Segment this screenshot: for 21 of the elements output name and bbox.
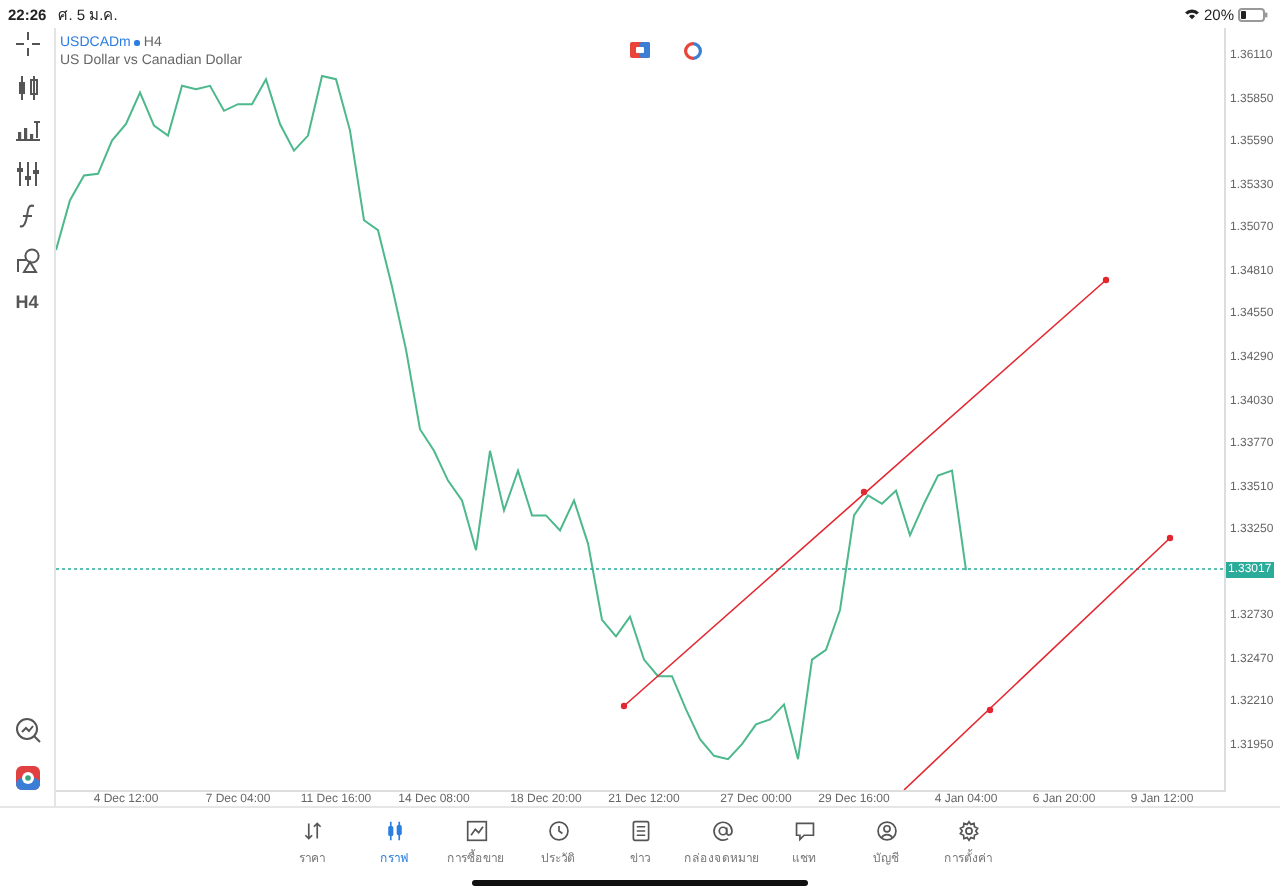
candlestick-icon[interactable] [13, 73, 41, 101]
separator-dot-icon [134, 40, 140, 46]
chat-icon [791, 820, 817, 842]
mailbox-icon [709, 820, 735, 842]
account-icon [873, 820, 899, 842]
sliders-icon[interactable] [13, 159, 41, 187]
indicators-icon[interactable] [13, 116, 41, 144]
wifi-icon [1183, 8, 1200, 20]
trade-icon[interactable] [630, 42, 650, 58]
trade-chart-icon [463, 820, 489, 842]
quotes-icon [299, 820, 325, 842]
chart-search-icon[interactable] [13, 716, 41, 744]
timeframe-button[interactable]: H4 [15, 288, 39, 316]
settings-icon [955, 820, 981, 842]
battery-icon [1238, 7, 1268, 21]
sync-icon[interactable] [684, 42, 702, 60]
app-logo-icon[interactable] [13, 764, 41, 792]
shapes-icon[interactable] [13, 245, 41, 273]
news-icon [627, 820, 653, 842]
history-icon [545, 820, 571, 842]
crosshair-icon[interactable] [13, 30, 41, 58]
